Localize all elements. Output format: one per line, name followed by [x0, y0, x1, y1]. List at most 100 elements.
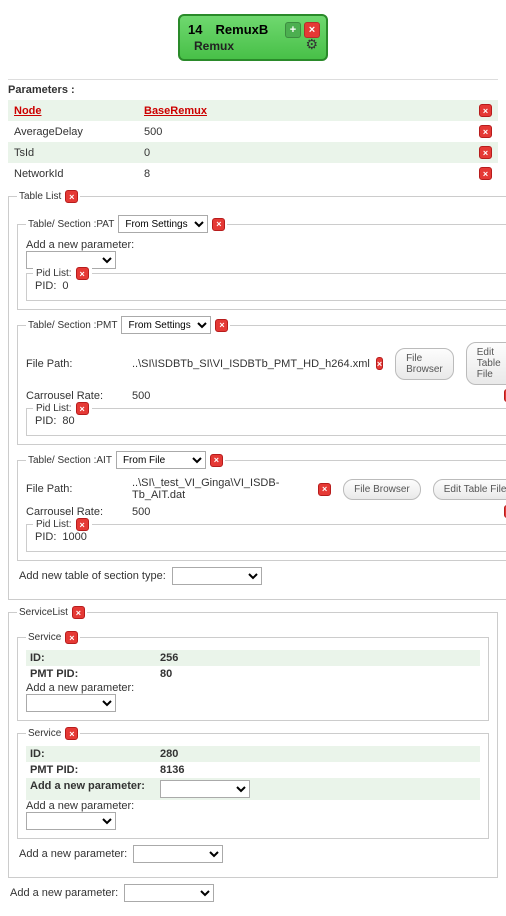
service-row: ID: 256 — [26, 650, 480, 666]
pid-list: Pid List: × PID: 80 — [26, 408, 506, 436]
service-row: PMT PID: 80 — [26, 666, 480, 682]
add-param-select[interactable] — [124, 884, 214, 902]
add-param-select[interactable] — [26, 694, 116, 712]
service-fieldset: Service × ID: 256 PMT PID: 80 Add a new … — [17, 631, 489, 721]
delete-icon[interactable]: × — [72, 606, 85, 619]
edit-table-button[interactable]: Edit Table File — [466, 342, 506, 385]
source-select[interactable]: From Settings — [121, 316, 211, 334]
pid-label: PID: — [35, 531, 56, 543]
add-param-select[interactable] — [26, 812, 116, 830]
param-label: TsId — [14, 147, 144, 159]
add-param-label: Add a new parameter: — [19, 848, 127, 860]
service-value: 80 — [160, 668, 476, 680]
delete-icon[interactable]: × — [479, 104, 492, 117]
service-legend: Service × — [26, 631, 80, 644]
service-value: 280 — [160, 748, 476, 760]
pid-list-legend: Pid List: — [36, 403, 72, 414]
param-row: AverageDelay 500 × — [8, 121, 498, 142]
edit-table-button[interactable]: Edit Table File — [433, 479, 506, 500]
file-path-value: ..\SI\_test_VI_Ginga\VI_ISDB-Tb_AIT.dat — [132, 477, 312, 501]
param-row: NetworkId 8 × — [8, 163, 498, 184]
param-row: TsId 0 × — [8, 142, 498, 163]
add-param-select[interactable] — [160, 780, 250, 798]
pid-value: 80 — [62, 415, 74, 427]
section-label: Table/ Section :PAT — [28, 219, 114, 230]
pid-list: Pid List: × PID: 0 — [26, 273, 506, 301]
pid-value: 1000 — [62, 531, 86, 543]
pid-value: 0 — [62, 280, 68, 292]
service-legend-text: Service — [28, 728, 61, 739]
param-value[interactable]: BaseRemux — [144, 105, 472, 117]
service-row: PMT PID: 8136 — [26, 762, 480, 778]
delete-icon[interactable]: × — [65, 727, 78, 740]
add-param-select[interactable] — [133, 845, 223, 863]
delete-icon[interactable]: × — [215, 319, 228, 332]
table-section-pmt: Table/ Section :PMT From Settings × File… — [17, 316, 506, 445]
add-param-label: Add a new parameter: — [26, 682, 480, 694]
add-icon[interactable]: + — [285, 22, 301, 38]
carousel-value: 500 — [132, 390, 498, 402]
service-key: PMT PID: — [30, 668, 160, 680]
delete-icon[interactable]: × — [65, 631, 78, 644]
table-section-pat: Table/ Section :PAT From Settings × Add … — [17, 215, 506, 310]
delete-icon[interactable]: × — [76, 402, 89, 415]
table-section-legend: Table/ Section :PAT From Settings × — [26, 215, 227, 233]
service-key: ID: — [30, 652, 160, 664]
param-label: AverageDelay — [14, 126, 144, 138]
delete-icon[interactable]: × — [76, 267, 89, 280]
service-fieldset: Service × ID: 280 PMT PID: 8136 Add a ne… — [17, 727, 489, 839]
file-path-value: ..\SI\ISDBTb_SI\VI_ISDBTb_PMT_HD_h264.xm… — [132, 358, 370, 370]
service-row: Add a new parameter: — [26, 778, 480, 800]
pid-list-legend: Pid List: — [36, 268, 72, 279]
service-list-legend: ServiceList × — [17, 606, 87, 619]
param-row-node: Node BaseRemux × — [8, 100, 498, 121]
node-subtitle: Remux — [194, 39, 318, 53]
section-label: Table/ Section :PMT — [28, 320, 117, 331]
table-section-legend: Table/ Section :AIT From File × — [26, 451, 225, 469]
service-key: PMT PID: — [30, 764, 160, 776]
delete-icon[interactable]: × — [479, 125, 492, 138]
carousel-value: 500 — [132, 506, 498, 518]
service-legend: Service × — [26, 727, 80, 740]
delete-icon[interactable]: × — [65, 190, 78, 203]
service-key: ID: — [30, 748, 160, 760]
delete-icon[interactable]: × — [76, 518, 89, 531]
pid-list-legend: Pid List: — [36, 519, 72, 530]
param-value: 8 — [144, 168, 472, 180]
service-value: 256 — [160, 652, 476, 664]
source-select[interactable]: From Settings — [118, 215, 208, 233]
file-browser-button[interactable]: File Browser — [395, 348, 454, 380]
add-param-label: Add a new parameter: — [10, 887, 118, 899]
service-list-legend-text: ServiceList — [19, 607, 68, 618]
delete-icon[interactable]: × — [318, 483, 331, 496]
node-title: RemuxB — [216, 22, 269, 37]
delete-icon[interactable]: × — [210, 454, 223, 467]
delete-icon[interactable]: × — [376, 357, 383, 370]
delete-icon[interactable]: × — [479, 167, 492, 180]
table-list-legend: Table List × — [17, 190, 80, 203]
param-value: 500 — [144, 126, 472, 138]
gear-icon[interactable]: ⚙ — [305, 36, 318, 53]
source-select[interactable]: From File — [116, 451, 206, 469]
delete-icon[interactable]: × — [479, 146, 492, 159]
param-label[interactable]: Node — [14, 105, 144, 117]
param-label: NetworkId — [14, 168, 144, 180]
service-list-fieldset: ServiceList × Service × ID: 256 PMT PID:… — [8, 606, 498, 878]
table-section-legend: Table/ Section :PMT From Settings × — [26, 316, 230, 334]
add-param-label: Add a new parameter: — [26, 239, 506, 251]
file-browser-button[interactable]: File Browser — [343, 479, 421, 500]
service-value: 8136 — [160, 764, 476, 776]
section-label: Table/ Section :AIT — [28, 455, 112, 466]
add-param-label: Add a new parameter: — [30, 780, 160, 798]
divider — [8, 79, 498, 80]
pid-label: PID: — [35, 415, 56, 427]
node-header: 14 RemuxB Remux + × ⚙ — [178, 14, 328, 61]
carousel-label: Carrousel Rate: — [26, 506, 126, 518]
carousel-label: Carrousel Rate: — [26, 390, 126, 402]
add-table-label: Add new table of section type: — [19, 570, 166, 582]
pid-label: PID: — [35, 280, 56, 292]
parameters-title: Parameters : — [8, 84, 498, 96]
add-table-select[interactable] — [172, 567, 262, 585]
delete-icon[interactable]: × — [212, 218, 225, 231]
file-path-label: File Path: — [26, 483, 126, 495]
